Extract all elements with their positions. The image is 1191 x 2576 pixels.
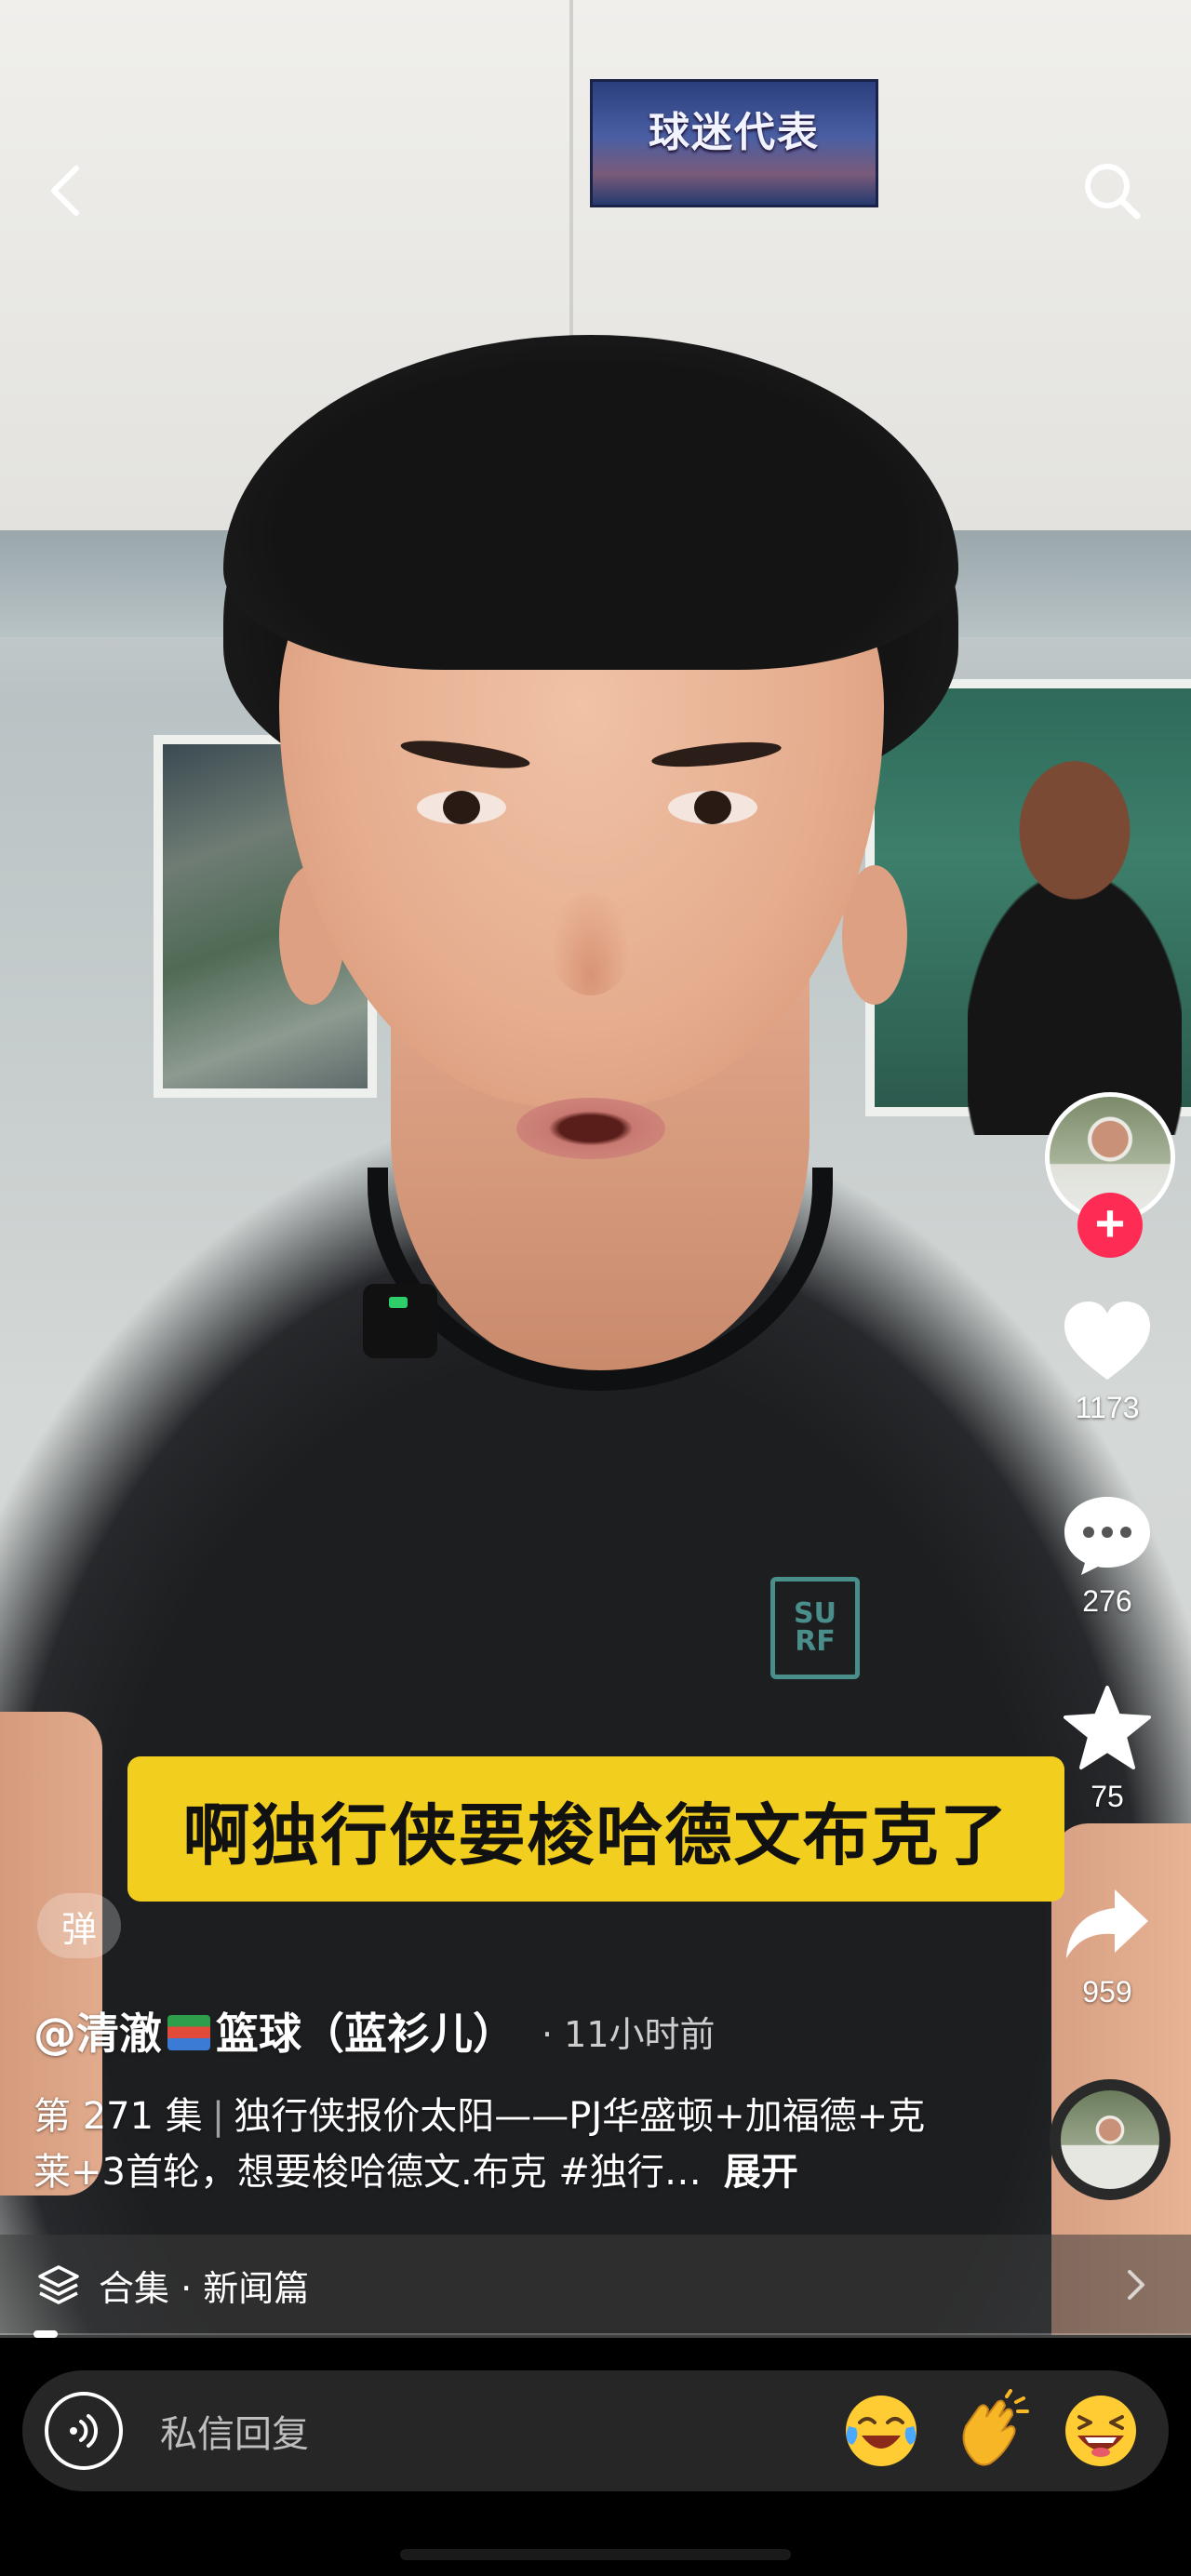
eye-right [668,791,757,824]
favorite-button[interactable]: 75 [1042,1684,1172,1814]
clap-emoji[interactable] [949,2389,1033,2473]
voice-icon [70,2414,98,2448]
laugh-tears-icon [846,2396,917,2466]
share-count: 959 [1082,1975,1132,2009]
reply-box[interactable]: 私信回复 [22,2370,1169,2491]
author-name-prefix: @清澈 [33,2009,162,2059]
voice-button[interactable] [45,2392,123,2470]
nose [549,893,633,995]
lapel-mic [363,1284,437,1358]
collection-label: 合集 · 新闻篇 [99,2267,310,2309]
reply-input[interactable]: 私信回复 [160,2404,839,2458]
books-emoji [167,2015,210,2050]
like-count: 1173 [1075,1391,1140,1424]
video-caption: 啊独行侠要梭哈德文布克了 [127,1756,1064,1902]
comment-button[interactable]: 276 [1042,1491,1172,1619]
home-indicator [400,2549,791,2560]
follow-button[interactable]: + [1077,1193,1143,1258]
share-button[interactable]: 959 [1042,1884,1172,2009]
laugh-tears-emoji[interactable] [839,2389,923,2473]
layers-icon [38,2265,79,2304]
music-disc[interactable] [1050,2079,1171,2200]
like-button[interactable]: 1173 [1042,1298,1172,1425]
collection-bar[interactable]: 合集 · 新闻篇 [0,2235,1191,2335]
shirt-logo-text: SU RF [794,1597,836,1658]
episode-label: 第 271 集 [33,2095,203,2138]
grin-squint-emoji[interactable] [1059,2389,1143,2473]
chevron-right-icon [1128,2270,1144,2300]
favorite-count: 75 [1091,1780,1124,1813]
banner-sign: 球迷代表 [590,79,878,207]
share-arrow-icon [1066,1889,1148,1958]
eye-left [417,791,506,824]
progress-fill [33,2330,58,2338]
shirt-logo: SU RF [770,1577,860,1679]
expand-button[interactable]: 展开 [724,2151,798,2194]
clap-icon [962,2389,1029,2466]
danmu-label: 弹 [60,1908,97,1950]
heart-icon [1064,1301,1150,1380]
author-line: @清澈 篮球（蓝衫儿） · 11小时前 [33,2000,716,2062]
video-frame[interactable]: 球迷代表 SU RF [0,0,1191,2335]
comment-count: 276 [1082,1584,1132,1618]
author-name[interactable]: @清澈 篮球（蓝衫儿） [33,2000,515,2062]
post-time: · 11小时前 [542,2013,716,2055]
episode-separator: | [211,2095,225,2138]
star-icon [1064,1686,1151,1769]
search-icon [1085,164,1141,220]
back-button[interactable] [37,158,93,223]
danmu-toggle[interactable]: 弹 [37,1893,121,1958]
grin-squint-icon [1065,2396,1136,2466]
author-name-suffix: 篮球（蓝衫儿） [216,2009,515,2059]
search-button[interactable] [1075,153,1149,228]
post-description[interactable]: 第 271 集 | 独行侠报价太阳——PJ华盛顿+加福德+克莱+3首轮，想要梭哈德文… [33,2089,945,2200]
comment-icon [1064,1497,1150,1575]
mouth [516,1098,665,1159]
chevron-left-icon [51,166,79,216]
